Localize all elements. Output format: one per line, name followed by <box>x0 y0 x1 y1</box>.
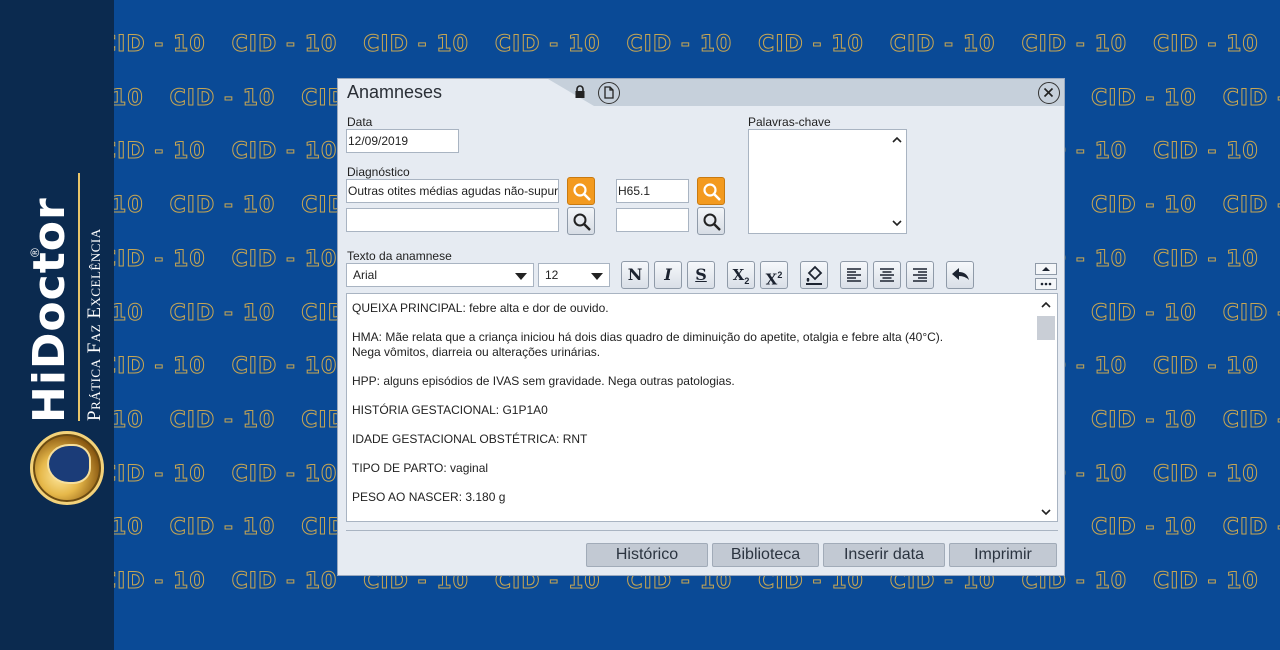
editor-paragraph: IDADE GESTACIONAL OBSTÉTRICA: RNT <box>352 432 588 446</box>
font-family-select[interactable]: Arial <box>346 263 534 287</box>
align-center-button[interactable] <box>873 261 901 289</box>
align-left-button[interactable] <box>840 261 868 289</box>
scroll-down-icon[interactable] <box>890 216 904 230</box>
editor-paragraph: HMA: Mãe relata que a criança iniciou há… <box>352 330 1032 360</box>
diagnosis-field-1[interactable]: Outras otites médias agudas não-supurada… <box>346 179 559 203</box>
editor-paragraph: QUEIXA PRINCIPAL: febre alta e dor de ou… <box>352 301 609 315</box>
print-button[interactable]: Imprimir <box>949 543 1057 567</box>
cid-code-field-1[interactable]: H65.1 <box>616 179 689 203</box>
registered-mark: ® <box>28 248 42 257</box>
anamnesis-text-label: Texto da anamnese <box>347 249 452 263</box>
anamneses-dialog: Anamneses Data 12/09/2019 Diagnóstico Ou… <box>337 78 1065 576</box>
chevron-down-icon <box>515 273 527 280</box>
search-diagnosis-button-2[interactable] <box>567 207 595 235</box>
italic-button[interactable]: I <box>654 261 682 289</box>
font-family-value: Arial <box>353 268 378 282</box>
undo-button[interactable] <box>946 261 974 289</box>
superscript-glyph: X <box>765 270 778 289</box>
watermark-row: CID - 10 CID - 10 CID - 10 CID - 10 CID … <box>114 32 1280 58</box>
date-label: Data <box>347 115 373 129</box>
undo-icon <box>952 268 969 280</box>
scroll-up-icon[interactable] <box>1039 298 1053 312</box>
diagnosis-label: Diagnóstico <box>347 165 410 179</box>
search-diagnosis-button-1[interactable] <box>567 177 595 205</box>
brand-logo: HiDoctor ® Prática Faz Excelência <box>24 165 110 505</box>
font-size-value: 12 <box>545 268 559 282</box>
scroll-up-icon[interactable] <box>890 133 904 147</box>
bold-button[interactable]: N <box>621 261 649 289</box>
search-icon <box>573 183 591 201</box>
keywords-label: Palavras-chave <box>748 115 831 129</box>
more-options-icon[interactable] <box>1035 278 1057 290</box>
align-left-icon <box>847 268 861 282</box>
footer-divider <box>346 530 1058 531</box>
superscript-two-icon: 2 <box>777 270 783 280</box>
toolbar-scroll-control[interactable] <box>1035 263 1057 291</box>
close-button[interactable] <box>1038 82 1060 104</box>
subscript-two-icon: 2 <box>744 276 750 287</box>
strikethrough-button[interactable]: S <box>687 261 715 289</box>
editor-paragraph: TIPO DE PARTO: vaginal <box>352 461 489 475</box>
brand-divider <box>78 173 80 421</box>
anamnesis-text-editor[interactable]: QUEIXA PRINCIPAL: febre alta e dor de ou… <box>346 293 1058 522</box>
lock-icon[interactable] <box>574 85 586 99</box>
align-center-icon <box>880 268 894 282</box>
library-button[interactable]: Biblioteca <box>712 543 819 567</box>
brand-sidebar: HiDoctor ® Prática Faz Excelência <box>0 0 114 650</box>
scrollbar-thumb[interactable] <box>1037 316 1055 340</box>
search-icon <box>573 213 591 231</box>
triangle-up-icon[interactable] <box>1035 263 1057 275</box>
chevron-down-icon <box>591 273 603 280</box>
font-size-select[interactable]: 12 <box>538 263 610 287</box>
superscript-button[interactable]: X2 <box>760 261 788 289</box>
subscript-glyph: X <box>732 266 745 284</box>
diagnosis-field-2[interactable] <box>346 208 559 232</box>
editor-scrollbar[interactable] <box>1035 294 1057 521</box>
insert-date-button[interactable]: Inserir data <box>823 543 945 567</box>
editor-line: Nega vômitos, diarreia ou alterações uri… <box>352 345 601 359</box>
subscript-button[interactable]: X2 <box>727 261 755 289</box>
fill-color-button[interactable] <box>800 261 828 289</box>
paint-bucket-icon <box>806 265 823 285</box>
editor-paragraph: HISTÓRIA GESTACIONAL: G1P1A0 <box>352 403 548 417</box>
editor-paragraph: PESO AO NASCER: 3.180 g <box>352 490 506 504</box>
hidoctor-emblem-icon <box>30 431 104 505</box>
brand-name: HiDoctor <box>24 197 75 423</box>
date-field[interactable]: 12/09/2019 <box>346 129 459 153</box>
search-cid-button-2[interactable] <box>697 207 725 235</box>
search-icon <box>703 213 721 231</box>
cid-code-field-2[interactable] <box>616 208 689 232</box>
dialog-title: Anamneses <box>347 82 443 102</box>
scroll-down-icon[interactable] <box>1039 505 1053 519</box>
search-icon <box>703 183 721 201</box>
search-cid-button-1[interactable] <box>697 177 725 205</box>
editor-content: QUEIXA PRINCIPAL: febre alta e dor de ou… <box>352 301 1032 519</box>
history-button[interactable]: Histórico <box>586 543 708 567</box>
editor-paragraph: HPP: alguns episódios de IVAS sem gravid… <box>352 374 735 388</box>
align-right-button[interactable] <box>906 261 934 289</box>
keywords-textarea[interactable] <box>748 129 907 234</box>
editor-line: HMA: Mãe relata que a criança iniciou há… <box>352 330 944 344</box>
align-right-icon <box>913 268 927 282</box>
document-icon[interactable] <box>598 82 620 104</box>
brand-tagline: Prática Faz Excelência <box>84 228 105 421</box>
